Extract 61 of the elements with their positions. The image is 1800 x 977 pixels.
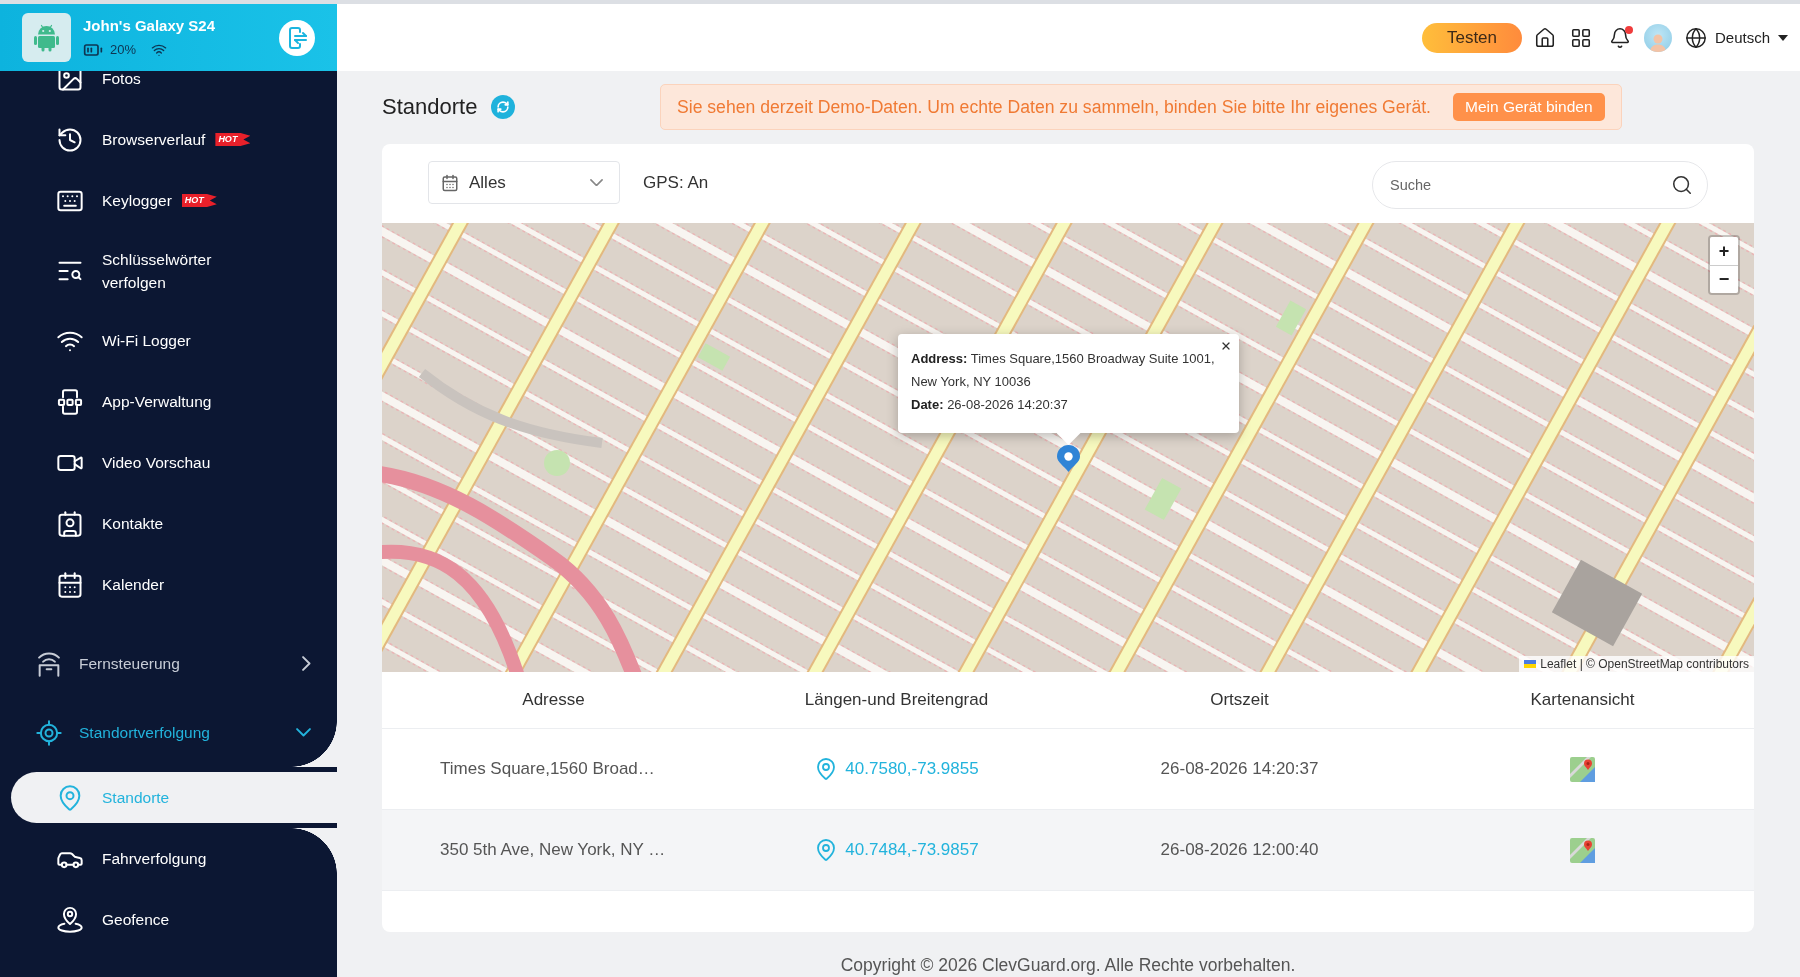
column-header: Adresse (521, 690, 586, 710)
nav-item[interactable]: Schlüsselwörter verfolgen (0, 231, 337, 310)
search-icon[interactable] (1671, 174, 1693, 196)
nav-item[interactable]: Fotos (0, 71, 337, 109)
nav-group[interactable]: Fernsteuerung (0, 629, 337, 698)
hot-badge: HOT (181, 194, 217, 207)
calendar-icon (56, 570, 84, 599)
table-cell-text: 350 5th Ave, New York, NY … (439, 840, 667, 860)
battery-level-text: 20% (110, 41, 137, 58)
nav-item[interactable]: App-Verwaltung (0, 371, 337, 432)
column-header: Ortszeit (1209, 690, 1270, 710)
nav-item[interactable]: Fahrverfolgung (0, 828, 337, 889)
map-thumbnail-icon[interactable] (1570, 837, 1595, 863)
page-title: Standorte (382, 94, 478, 120)
zoom-out-button[interactable]: − (1710, 265, 1738, 293)
language-selector[interactable]: Deutsch (1684, 26, 1788, 49)
map-thumbnail-icon[interactable] (1570, 756, 1595, 782)
pin-on-ring-icon (56, 905, 84, 934)
search-field[interactable]: Suche (1372, 161, 1708, 209)
popup-text: Date: 26-08-2026 14:20:37 (911, 396, 1069, 414)
zoom-in-button[interactable]: + (1710, 237, 1738, 265)
globe-icon (1684, 26, 1707, 49)
nav-item[interactable]: Geofence (0, 889, 337, 950)
banner-message: Sie sehen derzeit Demo-Daten. Um echte Daten zu sammeln, binden Sie bitte Ihr eigenes Gerät. (677, 96, 1431, 118)
gps-status-text: GPS: An (643, 172, 709, 194)
nav-item[interactable]: Wi-Fi Logger (0, 310, 337, 371)
column-header: Längen-und Breitengrad (803, 690, 990, 710)
map-marker-icon[interactable] (1057, 445, 1080, 472)
copyright-text: Copyright © 2026 ClevGuard.org. Alle Rechte vorbehalten. (839, 955, 1297, 975)
table-cell-text: 26-08-2026 14:20:37 (1159, 759, 1320, 779)
android-robot-icon (22, 13, 71, 62)
nav-item[interactable]: Keylogger HOT (0, 170, 337, 231)
chevron-down-icon (590, 178, 603, 187)
notification-bell-icon[interactable] (1608, 26, 1631, 49)
image-icon (56, 71, 84, 93)
phone-apps-icon (56, 387, 84, 416)
table-cell-text: 26-08-2026 12:00:40 (1159, 840, 1320, 860)
chevron-down-icon[interactable] (296, 728, 311, 737)
trial-button[interactable]: Testen (1421, 22, 1522, 53)
caret-icon (1778, 34, 1788, 41)
table-cell-text: Times Square,1560 Broad… (439, 759, 656, 779)
nav-group[interactable]: Standortverfolgung (0, 698, 337, 767)
calendar-icon (441, 173, 459, 192)
attribution-text: Leaflet | © OpenStreetMap contributors (1540, 656, 1749, 672)
nav-item[interactable]: Kontakte (0, 493, 337, 554)
contact-book-icon (56, 509, 84, 538)
column-header: Kartenansicht (1529, 690, 1636, 710)
device-name: John's Galaxy S24 (83, 15, 215, 35)
device-switch-icon[interactable] (279, 19, 315, 56)
hot-badge: HOT (215, 133, 251, 146)
chevron-right-icon[interactable] (302, 656, 311, 671)
nav-item[interactable]: Kalender (0, 554, 337, 615)
target-icon (35, 718, 63, 747)
close-icon[interactable] (1220, 340, 1232, 352)
home-icon[interactable] (1533, 26, 1556, 49)
flag-icon (1524, 660, 1537, 668)
nav-item[interactable]: Video Vorschau (0, 432, 337, 493)
apps-grid-icon[interactable] (1569, 26, 1592, 49)
popup-text: Address: Times Square,1560 Broadway Suite 1001, New York, NY 10036 (911, 350, 1216, 391)
nav-item[interactable]: Browserverlauf HOT (0, 109, 337, 170)
date-filter-dropdown[interactable]: Alles (428, 161, 620, 204)
